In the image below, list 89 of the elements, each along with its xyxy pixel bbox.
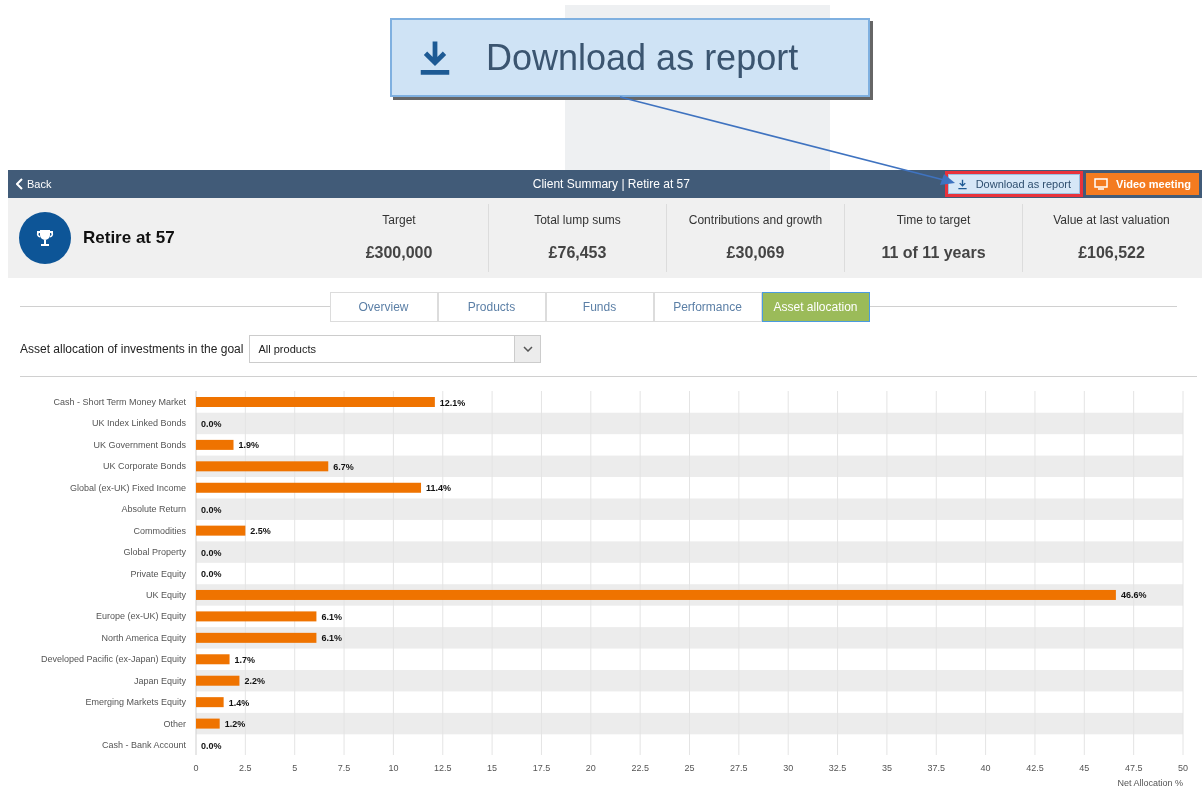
category-label: Cash - Short Term Money Market [53, 397, 186, 407]
allocation-bar [196, 654, 230, 665]
axis-tick-label: 0 [193, 763, 199, 773]
value-label: 0.0% [201, 547, 222, 558]
value-label: 6.1% [321, 633, 342, 644]
category-label: Europe (ex-UK) Equity [95, 611, 186, 622]
axis-tick-label: 15 [487, 763, 498, 773]
value-label: 11.4% [426, 483, 452, 494]
axis-tick-label: 42.5 [1026, 763, 1044, 773]
back-button[interactable]: Back [8, 175, 128, 193]
allocation-bar [196, 675, 240, 686]
axis-tick-label: 17.5 [532, 763, 551, 773]
category-label: UK Government Bonds [93, 439, 186, 450]
category-label: UK Index Linked Bonds [91, 418, 186, 429]
axis-title: Net Allocation % [1117, 778, 1183, 788]
value-label: 0.0% [201, 569, 222, 579]
allocation-bar [196, 439, 234, 450]
allocation-bar [196, 718, 220, 729]
value-label: 0.0% [201, 418, 222, 429]
chevron-down-icon [522, 346, 533, 352]
axis-tick-label: 47.5 [1124, 763, 1143, 773]
goal-title: Retire at 57 [83, 227, 175, 250]
stat-label: Total lump sums [534, 212, 621, 229]
category-label: Other [163, 718, 186, 729]
stat-value: 11 of 11 years [881, 243, 986, 263]
trophy-icon [35, 228, 55, 248]
value-label: 1.9% [238, 440, 259, 451]
monitor-icon [1094, 178, 1108, 190]
axis-tick-label: 45 [1079, 763, 1090, 773]
category-label: Developed Pacific (ex-Japan) Equity [40, 654, 186, 665]
axis-tick-label: 2.5 [239, 763, 252, 773]
stat-label: Target [382, 212, 416, 229]
axis-tick-label: 50 [1178, 763, 1188, 773]
tab[interactable]: Overview [329, 292, 438, 322]
tab[interactable]: Funds [545, 292, 654, 322]
value-label: 2.2% [244, 676, 265, 687]
value-label: 6.7% [333, 461, 354, 472]
value-label: 1.2% [224, 719, 246, 730]
stat-label: Value at last valuation [1053, 212, 1170, 229]
stat-value: £76,453 [548, 243, 607, 263]
category-label: UK Equity [145, 589, 186, 600]
stat-label: Contributions and growth [688, 212, 823, 229]
category-label: Emerging Markets Equity [85, 697, 186, 708]
axis-tick-label: 5 [292, 763, 298, 773]
products-dropdown[interactable]: All products [249, 335, 542, 363]
axis-tick-label: 7.5 [337, 763, 351, 773]
download-report-button[interactable]: Download as report [947, 174, 1080, 194]
axis-tick-label: 27.5 [730, 763, 748, 773]
category-label: Cash - Bank Account [101, 740, 186, 751]
value-label: 6.1% [321, 611, 342, 622]
axis-tick-label: 10 [388, 763, 399, 773]
value-label: 46.6% [1120, 590, 1147, 601]
category-label: Japan Equity [133, 675, 186, 686]
category-label: Absolute Return [121, 504, 186, 515]
value-label: 2.5% [250, 526, 271, 537]
axis-tick-label: 35 [881, 763, 892, 773]
axis-tick-label: 22.5 [631, 763, 649, 773]
axis-tick-label: 37.5 [927, 763, 945, 773]
video-meeting-button[interactable]: Video meeting [1086, 173, 1199, 195]
value-label: 1.4% [228, 697, 250, 708]
stat-value: £106,522 [1078, 243, 1145, 263]
allocation-bar [196, 525, 246, 536]
axis-tick-label: 25 [684, 763, 695, 773]
category-label: Commodities [133, 525, 186, 536]
tab[interactable]: Products [437, 292, 546, 322]
axis-tick-label: 20 [585, 763, 596, 773]
stat-value: £30,069 [726, 243, 785, 263]
axis-tick-label: 12.5 [434, 763, 452, 773]
category-label: Global (ex-UK) Fixed Income [69, 482, 186, 493]
axis-tick-label: 40 [980, 763, 991, 773]
axis-tick-label: 30 [783, 763, 794, 773]
tab[interactable]: Performance [653, 292, 762, 322]
stat-label: Time to target [896, 212, 971, 229]
value-label: 1.7% [234, 654, 256, 665]
category-label: UK Corporate Bonds [102, 461, 186, 472]
value-label: 12.1% [439, 397, 466, 408]
value-label: 0.0% [201, 504, 222, 515]
value-label: 0.0% [201, 740, 222, 751]
stat-value: £300,000 [365, 243, 433, 263]
category-label: Private Equity [130, 568, 186, 579]
callout-label: Download as report [486, 35, 799, 80]
page-title: Client Summary | Retire at 57 [532, 176, 690, 193]
download-icon [956, 178, 968, 190]
axis-tick-label: 32.5 [828, 763, 847, 773]
category-label: North America Equity [101, 632, 186, 643]
allocation-bar [196, 697, 224, 708]
chevron-left-icon [16, 178, 23, 190]
filter-label: Asset allocation of investments in the goal [20, 341, 244, 358]
category-label: Global Property [123, 547, 186, 558]
